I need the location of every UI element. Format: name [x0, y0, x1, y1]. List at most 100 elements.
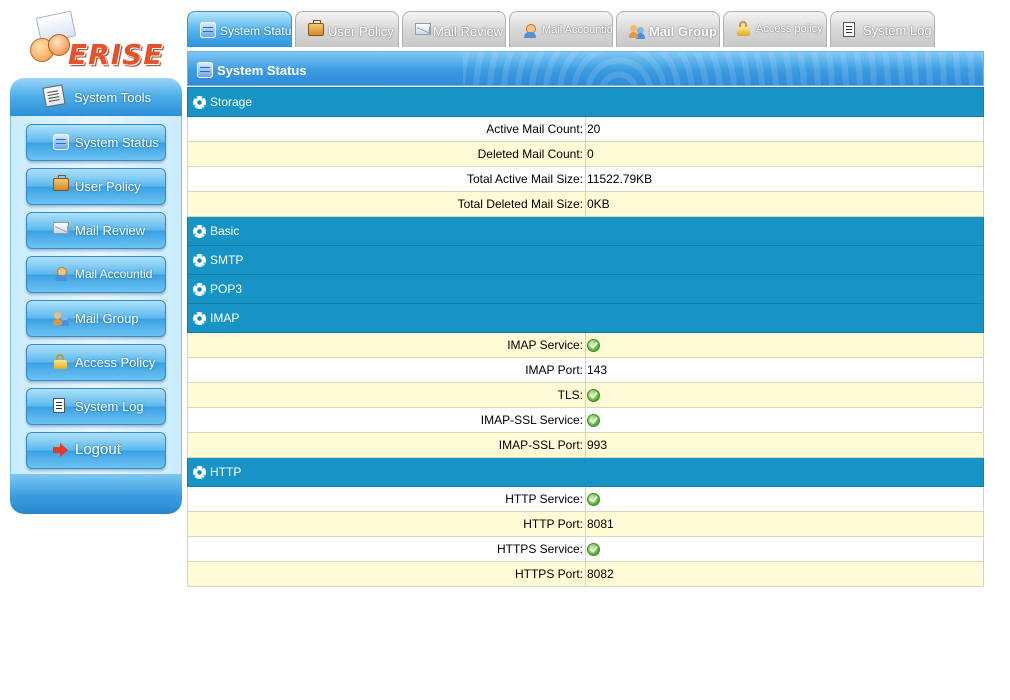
table-row: IMAP Port: 143 — [187, 357, 984, 383]
person-logo-icon — [48, 34, 70, 56]
section-title: HTTP — [210, 464, 242, 479]
tab-label: Mail Review — [433, 24, 504, 39]
row-key: IMAP-SSL Port: — [187, 432, 586, 458]
sidebar-header-label: System Tools — [74, 90, 152, 105]
sidebar-item-user-policy[interactable]: User Policy — [26, 168, 166, 205]
section-basic[interactable]: Basic — [187, 216, 984, 246]
section-title: SMTP — [210, 252, 244, 267]
tab-system-status[interactable]: System Status — [187, 11, 292, 47]
row-key: Total Deleted Mail Size: — [187, 191, 586, 217]
briefcase-icon — [308, 20, 324, 36]
section-http[interactable]: HTTP — [187, 457, 984, 487]
sidebar-item-label: User Policy — [75, 179, 141, 194]
sidebar-header: System Tools — [10, 78, 182, 116]
gear-icon — [193, 466, 206, 480]
tab-mail-group[interactable]: Mail Group — [616, 11, 720, 47]
user-icon — [522, 23, 538, 39]
tab-label: Mail Accountid — [542, 24, 613, 36]
section-title: POP3 — [210, 281, 243, 296]
section-smtp[interactable]: SMTP — [187, 245, 984, 275]
tab-user-policy[interactable]: User Policy — [295, 11, 399, 47]
row-value: 0KB — [585, 191, 984, 217]
row-key: Deleted Mail Count: — [187, 141, 586, 167]
sidebar-item-label: Access Policy — [75, 355, 156, 370]
row-value: 11522.79KB — [585, 166, 984, 192]
table-row: Total Deleted Mail Size: 0KB — [187, 191, 984, 217]
logo-text: ERISE — [68, 38, 164, 71]
gear-icon — [193, 283, 206, 297]
logout-label: Logout — [75, 441, 121, 458]
table-row: TLS: — [187, 382, 984, 408]
sidebar-item-label: System Log — [75, 399, 144, 414]
row-key: IMAP-SSL Service: — [187, 407, 586, 433]
sidebar-footer — [10, 474, 182, 514]
group-icon — [53, 310, 69, 326]
section-imap[interactable]: IMAP — [187, 303, 984, 333]
logout-button[interactable]: Logout — [26, 432, 166, 469]
sidebar-item-mail-group[interactable]: Mail Group — [26, 300, 166, 337]
sidebar-item-mail-accountid[interactable]: Mail Accountid — [26, 256, 166, 293]
log-icon — [843, 22, 855, 37]
section-title: IMAP — [210, 310, 240, 325]
sidebar-item-system-log[interactable]: System Log — [26, 388, 166, 425]
tab-mail-accountid[interactable]: Mail Accountid — [509, 11, 613, 47]
sidebar-item-mail-review[interactable]: Mail Review — [26, 212, 166, 249]
tab-system-log[interactable]: System Log — [830, 11, 935, 47]
row-key: HTTP Service: — [187, 486, 586, 512]
table-row: HTTPS Port: 8082 — [187, 561, 984, 587]
table-row: IMAP-SSL Service: — [187, 407, 984, 433]
sidebar-item-label: Mail Accountid — [75, 267, 153, 281]
sidebar-item-label: System Status — [75, 135, 159, 150]
sidebar-item-label: Mail Review — [75, 223, 146, 238]
erise-logo: ERISE — [28, 10, 164, 72]
table-row: Deleted Mail Count: 0 — [187, 141, 984, 167]
log-icon — [53, 398, 65, 413]
row-key: Active Mail Count: — [187, 116, 586, 142]
section-title: Basic — [210, 223, 240, 238]
status-ok-icon — [587, 389, 600, 403]
section-pop3[interactable]: POP3 — [187, 274, 984, 304]
row-value: 143 — [585, 357, 984, 383]
row-value: 20 — [585, 116, 984, 142]
table-row: Active Mail Count: 20 — [187, 116, 984, 142]
database-icon — [197, 62, 213, 78]
row-value: 8082 — [585, 561, 984, 587]
envelope-icon — [53, 222, 69, 234]
table-row: IMAP Service: — [187, 332, 984, 358]
tab-label: System Log — [863, 23, 932, 38]
decorative-swirl — [463, 52, 983, 85]
user-icon — [53, 266, 69, 282]
gear-icon — [193, 254, 206, 268]
database-icon — [53, 134, 69, 150]
table-row: HTTPS Service: — [187, 536, 984, 562]
table-row: HTTP Service: — [187, 486, 984, 512]
table-row: Total Active Mail Size: 11522.79KB — [187, 166, 984, 192]
gear-icon — [193, 225, 206, 239]
table-row: IMAP-SSL Port: 993 — [187, 432, 984, 458]
envelope-icon — [415, 23, 431, 35]
row-key: HTTPS Service: — [187, 536, 586, 562]
logout-arrow-icon — [53, 442, 69, 458]
lock-icon — [736, 21, 752, 37]
sidebar-item-system-status[interactable]: System Status — [26, 124, 166, 161]
row-key: TLS: — [187, 382, 586, 408]
status-ok-icon — [587, 414, 600, 428]
panel-title: System Status — [217, 63, 307, 78]
database-icon — [200, 22, 216, 38]
tab-label: User Policy — [328, 24, 394, 39]
tab-mail-review[interactable]: Mail Review — [402, 11, 506, 47]
section-title: Storage — [210, 94, 253, 109]
status-ok-icon — [587, 493, 600, 507]
clipboard-icon — [42, 84, 66, 108]
status-ok-icon — [587, 543, 600, 557]
briefcase-icon — [53, 175, 69, 191]
row-key: IMAP Service: — [187, 332, 586, 358]
section-storage[interactable]: Storage — [187, 87, 984, 117]
tab-access-policy[interactable]: Access policy — [723, 11, 827, 47]
sidebar-item-label: Mail Group — [75, 311, 139, 326]
row-key: HTTP Port: — [187, 511, 586, 537]
gear-icon — [193, 312, 206, 326]
group-icon — [629, 23, 645, 39]
row-value: 0 — [585, 141, 984, 167]
sidebar-item-access-policy[interactable]: Access Policy — [26, 344, 166, 381]
